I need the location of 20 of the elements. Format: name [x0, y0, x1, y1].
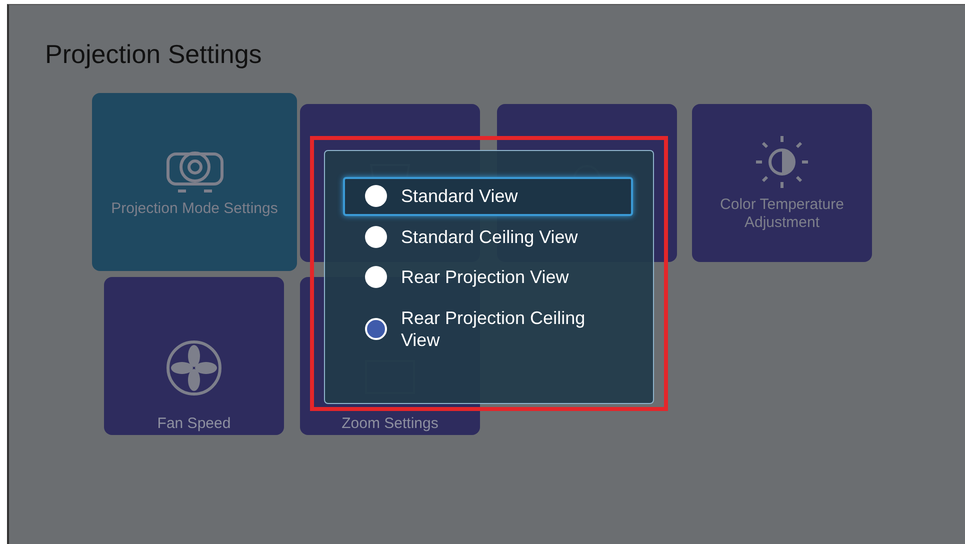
radio-button[interactable] [365, 266, 387, 288]
tile-label: Color Temperature Adjustment [719, 196, 845, 232]
option-label: Standard Ceiling View [401, 226, 578, 248]
fan-icon [165, 339, 223, 397]
mode-option[interactable]: Rear Projection Ceiling View [343, 298, 633, 360]
tile-label: Zoom Settings [342, 415, 438, 433]
radio-button[interactable] [365, 185, 387, 208]
brightness-icon [754, 134, 810, 190]
option-label: Standard View [401, 185, 518, 208]
tile-label: Projection Mode Settings [111, 200, 278, 218]
settings-tile[interactable]: Fan Speed [104, 277, 284, 435]
mode-option[interactable]: Standard Ceiling View [343, 218, 633, 256]
radio-button[interactable] [365, 226, 387, 248]
page-title: Projection Settings [45, 38, 262, 71]
option-label: Rear Projection Ceiling View [401, 306, 586, 352]
option-label: Rear Projection View [401, 266, 569, 288]
radio-button[interactable] [365, 318, 387, 340]
mode-option[interactable]: Standard View [343, 177, 633, 216]
mode-option[interactable]: Rear Projection View [343, 258, 633, 296]
tile-label: Fan Speed [157, 415, 231, 433]
